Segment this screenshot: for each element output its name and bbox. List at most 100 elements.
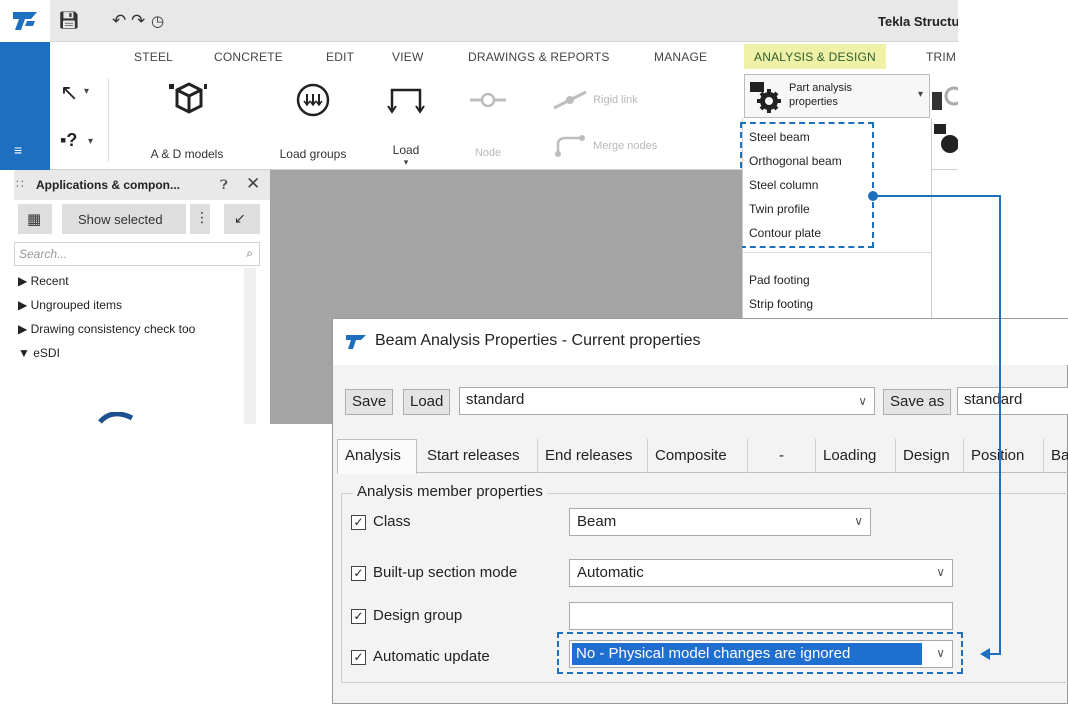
panel-title: Applications & compon...: [36, 178, 181, 192]
kebab-icon: ⋮: [195, 209, 209, 225]
tree-item-recent[interactable]: ▶ Recent: [18, 274, 69, 288]
search-icon[interactable]: ⌕: [246, 246, 253, 261]
class-select[interactable]: Beam ∨: [569, 508, 871, 536]
tab-start-releases[interactable]: Start releases: [427, 439, 520, 473]
select-tool-icon[interactable]: ↖: [60, 80, 78, 106]
load-button[interactable]: Load ▾: [378, 78, 434, 168]
part-analysis-dropdown-icon[interactable]: ▾: [918, 89, 923, 100]
tree-label-ungrouped: Ungrouped items: [30, 298, 122, 312]
tab-manage[interactable]: MANAGE: [654, 50, 707, 64]
load-button-dialog[interactable]: Load: [403, 389, 451, 415]
select-dropdown-icon[interactable]: ▾: [84, 86, 89, 97]
grid-view-button[interactable]: ▦: [18, 204, 52, 234]
merge-nodes-button[interactable]: Merge nodes: [550, 134, 657, 158]
logo-box: [0, 0, 50, 42]
part-analysis-label: Part analysis properties: [789, 82, 852, 108]
tree-item-ungrouped[interactable]: ▶ Ungrouped items: [18, 298, 122, 312]
tree-item-drawing-check[interactable]: ▶ Drawing consistency check too: [18, 322, 244, 336]
ad-models-label: A & D models: [150, 147, 224, 161]
search-input[interactable]: Search... ⌕: [14, 242, 260, 266]
rigid-link-label: Rigid link: [593, 93, 638, 106]
tab-dash[interactable]: -: [779, 439, 784, 473]
esdi-app-icon: [98, 412, 134, 424]
tab-drawings-reports[interactable]: DRAWINGS & REPORTS: [468, 50, 610, 64]
applications-panel: ∷ Applications & compon... ❓︎ ✕ ▦ Show s…: [14, 170, 270, 424]
help-tool-icon[interactable]: ▪?: [60, 130, 77, 151]
tab-view[interactable]: VIEW: [392, 50, 423, 64]
load-groups-label: Load groups: [279, 147, 347, 161]
menu-item-pad-footing[interactable]: Pad footing: [749, 273, 810, 287]
tab-analysis-design[interactable]: ANALYSIS & DESIGN: [744, 44, 886, 69]
grid-icon: ▦: [27, 211, 42, 228]
search-placeholder: Search...: [19, 247, 68, 261]
auto-update-label: Automatic update: [373, 648, 490, 665]
preset-value: standard: [466, 391, 525, 408]
tab-separator: [537, 439, 538, 473]
redo-icon[interactable]: ↷: [131, 11, 145, 31]
part-analysis-properties-button[interactable]: Part analysis properties ▾: [744, 74, 930, 118]
ad-models-button[interactable]: A & D models: [132, 78, 242, 161]
design-group-checkbox[interactable]: ✓: [351, 609, 366, 624]
dialog-title: Beam Analysis Properties - Current prope…: [375, 332, 701, 349]
load-label: Load: [392, 143, 420, 157]
show-selected-button[interactable]: Show selected: [62, 204, 186, 234]
close-icon[interactable]: ✕: [246, 174, 260, 194]
part-analysis-gear-icon: [750, 82, 781, 113]
file-menu-strip[interactable]: ≡: [0, 42, 50, 170]
more-options-button[interactable]: ⋮: [190, 204, 210, 234]
tab-separator: [815, 439, 816, 473]
undo-icon[interactable]: ↶: [112, 11, 126, 31]
tab-concrete[interactable]: CONCRETE: [214, 50, 283, 64]
hamburger-icon[interactable]: ≡: [14, 142, 22, 158]
builtup-checkbox[interactable]: ✓: [351, 566, 366, 581]
tab-ba[interactable]: Ba: [1051, 439, 1068, 473]
collapse-icon: ↙: [234, 210, 246, 226]
tree-item-esdi[interactable]: ▼ eSDI: [18, 346, 60, 360]
node-button[interactable]: Node: [460, 78, 516, 159]
class-value: Beam: [577, 513, 617, 530]
panel-scrollbar[interactable]: [244, 268, 256, 424]
tab-edit[interactable]: EDIT: [326, 50, 354, 64]
rigid-link-button[interactable]: Rigid link: [550, 88, 638, 112]
merge-nodes-icon: [555, 135, 585, 157]
app-root: 💾︎ ↶ ↷ ◷ Tekla Structu ≡ STEEL CONCRETE …: [0, 0, 1068, 704]
load-groups-icon: [296, 83, 330, 117]
tab-separator: [1043, 439, 1044, 473]
class-checkbox[interactable]: ✓: [351, 515, 366, 530]
tekla-logo-icon: [13, 12, 37, 30]
group-title: Analysis member properties: [353, 483, 547, 500]
tab-steel[interactable]: STEEL: [134, 50, 173, 64]
save-icon[interactable]: 💾︎: [58, 11, 80, 31]
tab-end-releases[interactable]: End releases: [545, 439, 633, 473]
builtup-value: Automatic: [577, 564, 644, 581]
edge-tool-icon: [932, 86, 958, 110]
ribbon-tabs: STEEL CONCRETE EDIT VIEW DRAWINGS & REPO…: [50, 42, 958, 72]
menu-highlight-box: [740, 122, 874, 248]
connector-arrow: [868, 191, 1001, 660]
tab-analysis[interactable]: Analysis: [345, 439, 401, 473]
tree-label-drawing-check: Drawing consistency check too: [30, 322, 196, 336]
drag-handle-icon[interactable]: ∷: [16, 177, 24, 191]
tab-separator: [647, 439, 648, 473]
tree-label-recent: Recent: [30, 274, 69, 288]
design-group-label: Design group: [373, 607, 463, 624]
load-icon: [387, 88, 425, 114]
collapse-button[interactable]: ↙: [224, 204, 260, 234]
auto-update-checkbox[interactable]: ✓: [351, 650, 366, 665]
help-icon[interactable]: ❓︎: [220, 177, 228, 193]
load-groups-button[interactable]: Load groups: [268, 78, 358, 161]
preset-select[interactable]: standard ∨: [459, 387, 875, 415]
edge-gear-icon: [934, 124, 958, 153]
load-dropdown-icon[interactable]: ▾: [378, 157, 434, 168]
tab-composite[interactable]: Composite: [655, 439, 727, 473]
tab-trim[interactable]: TRIM: [926, 50, 956, 64]
help-dropdown-icon[interactable]: ▾: [88, 136, 93, 147]
builtup-label: Built-up section mode: [373, 564, 518, 581]
app-title: Tekla Structu: [878, 14, 958, 29]
save-button[interactable]: Save: [345, 389, 394, 415]
merge-nodes-label: Merge nodes: [593, 139, 658, 152]
title-bar: 💾︎ ↶ ↷ ◷ Tekla Structu: [0, 0, 958, 42]
ribbon-separator: [108, 78, 109, 162]
menu-item-strip-footing[interactable]: Strip footing: [749, 297, 813, 311]
history-icon[interactable]: ◷: [151, 12, 164, 30]
